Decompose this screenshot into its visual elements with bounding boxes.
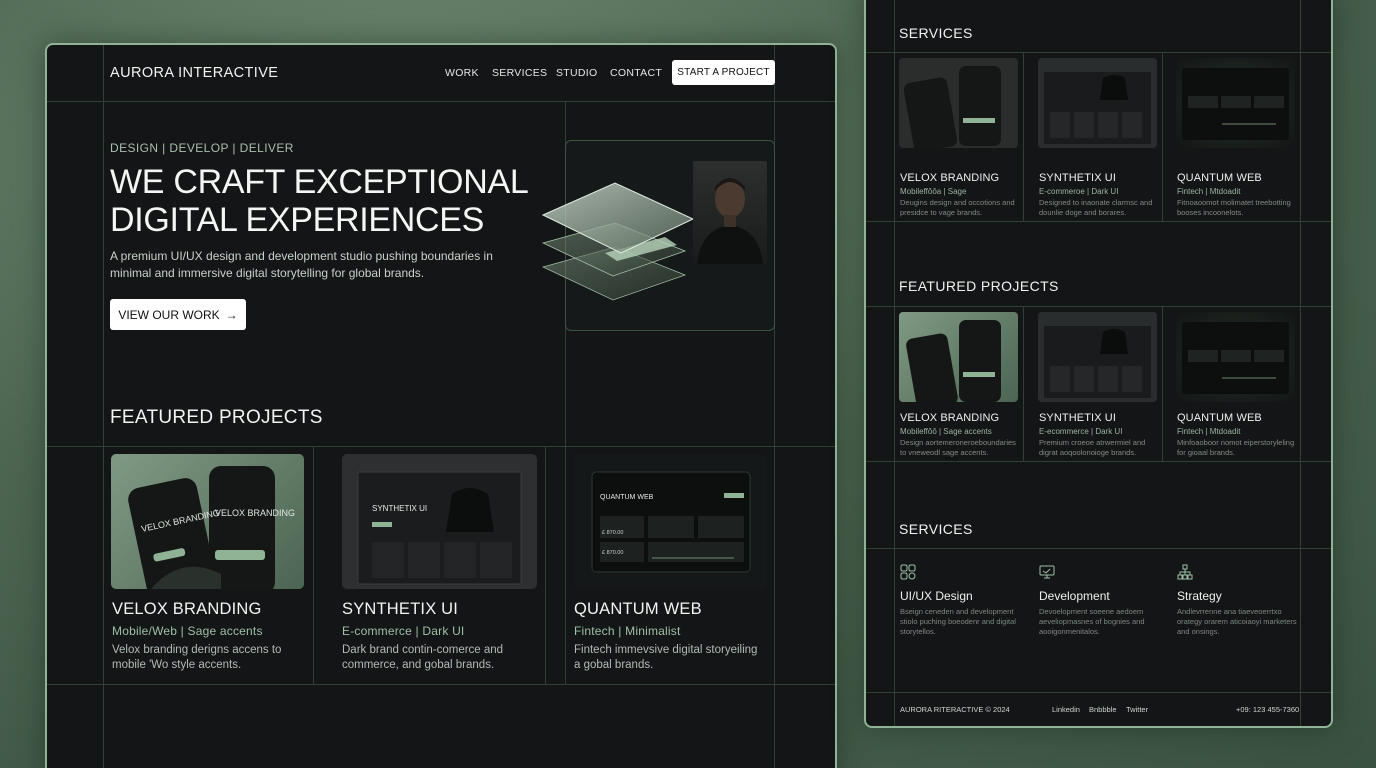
services-heading: SERVICES <box>899 521 973 537</box>
row2-quantum-image[interactable] <box>1176 312 1295 402</box>
row2-desc-synthetix: Premium croeoe atrwermiel and digrat aoq… <box>1039 438 1146 457</box>
project-meta-velox: Mobile/Web | Sage accents <box>112 624 263 638</box>
row1-quantum-image[interactable] <box>1176 58 1295 148</box>
service-desc-development: Devoelopment soeene aedoem aeveliopmasne… <box>1039 607 1145 636</box>
row2-title-velox[interactable]: VELOX BRANDING <box>900 412 999 424</box>
view-work-button[interactable]: VIEW OUR WORK → <box>110 299 246 330</box>
synthetix-img-text: SYNTHETIX UI <box>372 504 427 513</box>
row1-synthetix-image[interactable] <box>1038 58 1157 148</box>
row1-title-quantum[interactable]: QUANTUM WEB <box>1177 172 1262 184</box>
grid-icon <box>900 564 916 580</box>
mobile-scroll-mockup: SERVICES VELOX BRANDING Mobileffôôa | Sa… <box>864 0 1333 728</box>
row2-synthetix-image[interactable] <box>1038 312 1157 402</box>
row1-title-velox[interactable]: VELOX BRANDING <box>900 172 999 184</box>
row2-desc-velox: Design aortemeroneroeboundaries to vnewe… <box>900 438 1016 457</box>
row2-desc-quantum: Minfoaoboor nomot eiperstoryleling for g… <box>1177 438 1295 457</box>
service-desc-uiux: Bseign ceneden and development stiolo pu… <box>900 607 1016 636</box>
arrow-right-icon: → <box>225 307 238 322</box>
row2-title-synthetix[interactable]: SYNTHETIX UI <box>1039 412 1116 424</box>
row2-meta-synthetix: E-ecommerce | Dark UI <box>1039 427 1123 436</box>
desktop-mockup: AURORA INTERACTIVE WORK SERVICES STUDIO … <box>45 43 837 768</box>
portrait-photo <box>693 161 767 264</box>
hierarchy-icon <box>1177 564 1193 580</box>
quantum-img-text: QUANTUM WEB <box>600 494 654 501</box>
row1-desc-quantum: Fitnoaoomot molimatet treebotting booses… <box>1177 198 1291 217</box>
services-heading-top: SERVICES <box>899 25 973 41</box>
nav-work[interactable]: WORK <box>445 67 479 79</box>
quantum-img-value-2: £ 870.00 <box>602 550 623 556</box>
hero-headline: WE CRAFT EXCEPTIONAL DIGITAL EXPERIENCES <box>110 163 529 239</box>
featured-projects-heading: FEATURED PROJECTS <box>110 407 323 428</box>
project-title-quantum[interactable]: QUANTUM WEB <box>574 600 702 619</box>
service-desc-strategy: Andlevrrenne ana tiaeveoerrtxo orategy o… <box>1177 607 1297 636</box>
start-project-button[interactable]: START A PROJECT <box>672 60 775 85</box>
row2-velox-image[interactable] <box>899 312 1018 402</box>
project-desc-velox: Velox branding derigns accens to mobile … <box>112 644 282 671</box>
nav-studio[interactable]: STUDIO <box>556 67 597 79</box>
featured-heading-mobile: FEATURED PROJECTS <box>899 278 1059 294</box>
headline-line-1: WE CRAFT EXCEPTIONAL <box>110 163 529 201</box>
monitor-icon <box>1039 565 1055 579</box>
velox-img-text-2: VELOX BRANDING <box>215 508 295 518</box>
brand-logo[interactable]: AURORA INTERACTIVE <box>110 65 278 81</box>
row2-meta-velox: Mobileffôô | Sage accents <box>900 427 992 436</box>
row1-desc-velox: Deugins design and occotions and presidc… <box>900 198 1015 217</box>
project-title-synthetix[interactable]: SYNTHETIX UI <box>342 600 458 619</box>
row1-velox-image[interactable] <box>899 58 1018 148</box>
footer-brand: AURORA RITERACTIVE © 2024 <box>900 705 1010 714</box>
footer-link-dribbble[interactable]: Bnbbble <box>1089 705 1117 714</box>
row2-meta-quantum: Fintech | Mtdoadit <box>1177 427 1241 436</box>
footer-phone: +09: 123 455-7360 <box>1236 705 1300 714</box>
quantum-img-value-1: £ 870.00 <box>602 530 623 536</box>
row1-meta-quantum: Fintech | Mtdoadit <box>1177 187 1241 196</box>
project-title-velox[interactable]: VELOX BRANDING <box>112 600 262 619</box>
service-title-development[interactable]: Development <box>1039 589 1110 603</box>
project-desc-quantum: Fintech immevsive digital storyeiling a … <box>574 644 758 671</box>
headline-line-2: DIGITAL EXPERIENCES <box>110 201 485 239</box>
velox-project-image[interactable]: VELOX BRANDING VELOX BRANDING <box>111 454 304 589</box>
footer-link-twitter[interactable]: Twitter <box>1126 705 1148 714</box>
project-meta-synthetix: E-commerce | Dark UI <box>342 624 465 638</box>
row1-desc-synthetix: Designed to inaonate clarmsc and dounlie… <box>1039 198 1153 217</box>
view-work-label: VIEW OUR WORK <box>118 307 220 322</box>
row1-meta-synthetix: E-commeroe | Dark UI <box>1039 187 1119 196</box>
nav-services[interactable]: SERVICES <box>492 67 547 79</box>
synthetix-project-image[interactable]: SYNTHETIX UI <box>342 454 537 589</box>
glass-layers-illustration <box>541 182 695 301</box>
tagline: DESIGN | DEVELOP | DELIVER <box>110 141 294 155</box>
project-desc-synthetix: Dark brand contin-comerce and commerce, … <box>342 644 504 671</box>
quantum-project-image[interactable]: QUANTUM WEB £ 870.00 £ 870.00 <box>574 454 767 589</box>
nav-contact[interactable]: CONTACT <box>610 67 662 79</box>
project-meta-quantum: Fintech | Minimalist <box>574 624 681 638</box>
service-title-uiux[interactable]: UI/UX Design <box>900 589 973 603</box>
service-title-strategy[interactable]: Strategy <box>1177 589 1222 603</box>
hero-subtitle: A premium UI/UX design and development s… <box>110 249 493 280</box>
row1-title-synthetix[interactable]: SYNTHETIX UI <box>1039 172 1116 184</box>
row1-meta-velox: Mobileffôôa | Sage <box>900 187 967 196</box>
footer-link-linkedin[interactable]: Linkedin <box>1052 705 1080 714</box>
row2-title-quantum[interactable]: QUANTUM WEB <box>1177 412 1262 424</box>
